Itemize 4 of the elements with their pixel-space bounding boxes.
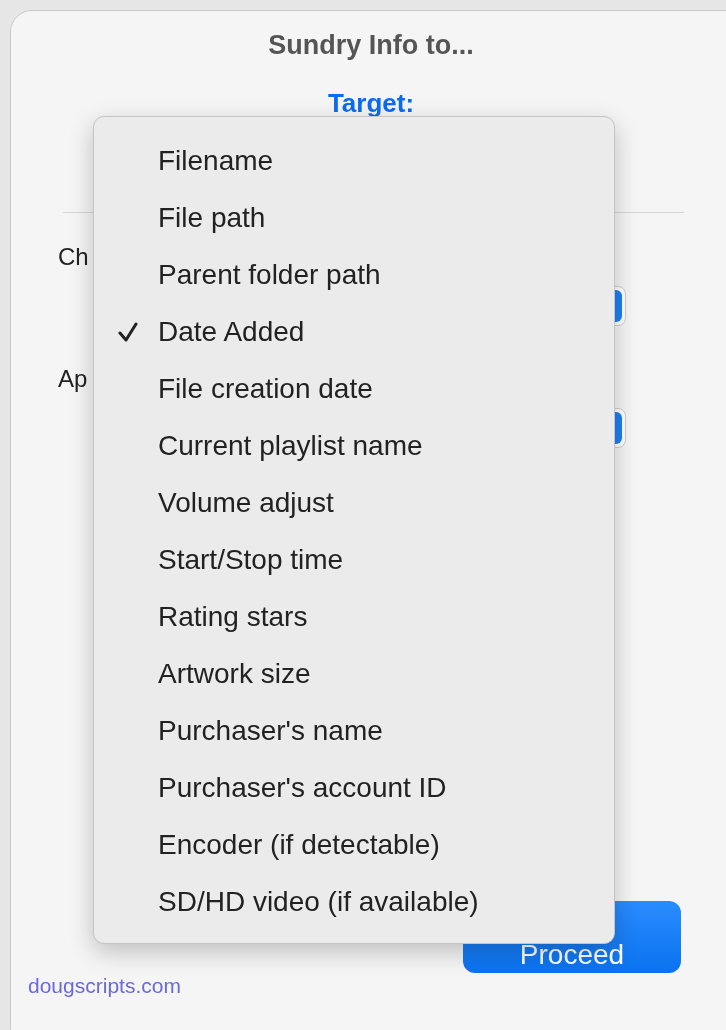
field-label: Ch [58,242,89,272]
target-label: Target: [327,89,415,117]
window-title: Sundry Info to... [267,29,475,62]
field-label: Ap [58,364,88,394]
